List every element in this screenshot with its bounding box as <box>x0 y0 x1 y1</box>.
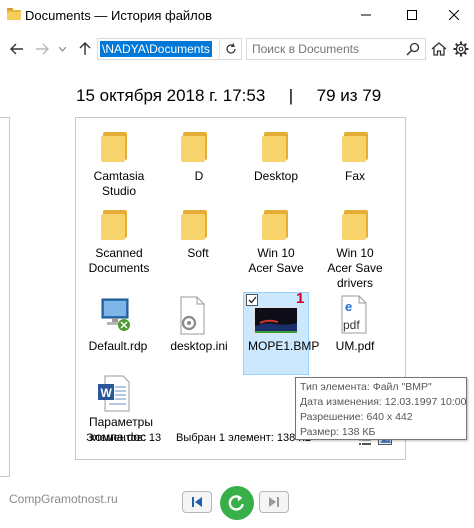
remote-desktop-icon <box>101 298 130 331</box>
file-label: Default.rdp <box>88 339 148 353</box>
watermark: CompGramotnost.ru <box>9 492 118 506</box>
item-checkbox[interactable] <box>246 294 258 306</box>
folder-icon <box>181 208 209 240</box>
skip-back-icon <box>192 497 202 507</box>
close-button[interactable] <box>434 0 474 30</box>
history-position: 79 из 79 <box>316 86 382 105</box>
svg-text:e: e <box>345 299 352 314</box>
minimize-button[interactable] <box>346 0 386 30</box>
folder-icon <box>181 130 209 162</box>
home-icon <box>431 42 447 56</box>
svg-text:pdf: pdf <box>343 318 360 332</box>
file-tooltip: Тип элемента: Файл "BMP" Дата изменения:… <box>295 377 467 440</box>
folder-icon <box>262 208 290 240</box>
folder-icon <box>262 130 290 162</box>
restore-icon <box>228 495 244 511</box>
checkmark-icon <box>248 296 257 304</box>
refresh-icon <box>225 43 236 54</box>
maximize-icon <box>407 10 417 20</box>
file-label: UM.pdf <box>335 339 375 353</box>
recent-dropdown[interactable] <box>57 38 67 60</box>
history-date: 15 октября 2018 г. 17:53 <box>76 86 266 105</box>
history-date-line: 15 октября 2018 г. 17:53 | 79 из 79 <box>76 86 381 106</box>
forward-arrow-icon <box>36 43 49 55</box>
file-label: desktop.ini <box>170 339 228 353</box>
maximize-button[interactable] <box>392 0 432 30</box>
folder-icon <box>342 208 370 240</box>
folder-icon <box>101 130 129 162</box>
tooltip-modified: Дата изменения: 12.03.1997 10:00 <box>300 396 467 408</box>
up-arrow-icon <box>79 42 91 55</box>
file-label: Win 10 Acer Save drivers <box>327 246 383 290</box>
file-label: Scanned Documents <box>88 246 150 275</box>
file-label: Soft <box>187 246 209 260</box>
refresh-button[interactable] <box>219 39 241 59</box>
file-label: Desktop <box>253 169 299 183</box>
file-label: Fax <box>344 169 365 183</box>
folder-icon <box>101 208 129 240</box>
file-label: Camtasia Studio <box>93 169 145 198</box>
tooltip-size: Размер: 138 КБ <box>300 426 376 438</box>
folder-app-icon <box>7 8 21 20</box>
badge: 1 <box>296 290 305 307</box>
window-title: Documents — История файлов <box>25 8 213 23</box>
chevron-down-icon <box>58 46 66 52</box>
restore-button[interactable] <box>220 486 254 520</box>
previous-version-panel[interactable] <box>0 117 10 477</box>
file-label: D <box>194 169 204 183</box>
title-bar: Documents — История файлов <box>0 0 474 30</box>
history-separator: | <box>288 86 294 105</box>
next-version-button[interactable] <box>259 491 289 513</box>
up-button[interactable] <box>74 38 96 60</box>
tooltip-type: Тип элемента: Файл "BMP" <box>300 381 432 393</box>
back-button[interactable] <box>6 38 28 60</box>
svg-text:W: W <box>101 386 113 400</box>
close-icon <box>449 10 459 20</box>
back-arrow-icon <box>10 43 23 55</box>
settings-button[interactable] <box>450 38 472 60</box>
forward-button[interactable] <box>31 38 53 60</box>
address-value[interactable]: \NADYA\Documents <box>100 41 212 57</box>
status-item-count: Элементов: 13 <box>86 432 162 444</box>
minimize-icon <box>361 14 371 16</box>
search-input[interactable] <box>252 41 402 57</box>
settings-file-icon <box>180 296 205 335</box>
status-selection: Выбран 1 элемент: 138 КБ <box>176 432 312 444</box>
file-label: MOPE1.BMP <box>248 339 320 353</box>
word-document-icon: W <box>98 375 130 412</box>
image-thumbnail <box>254 307 298 334</box>
gear-icon <box>453 41 469 57</box>
search-icon[interactable] <box>405 41 421 57</box>
skip-forward-icon <box>269 497 279 507</box>
file-label: Win 10 Acer Save <box>248 246 304 275</box>
previous-version-button[interactable] <box>182 491 212 513</box>
home-button[interactable] <box>428 38 450 60</box>
pdf-file-icon: e pdf <box>341 295 367 334</box>
tooltip-resolution: Разрешение: 640 x 442 <box>300 411 413 423</box>
folder-icon <box>342 130 370 162</box>
